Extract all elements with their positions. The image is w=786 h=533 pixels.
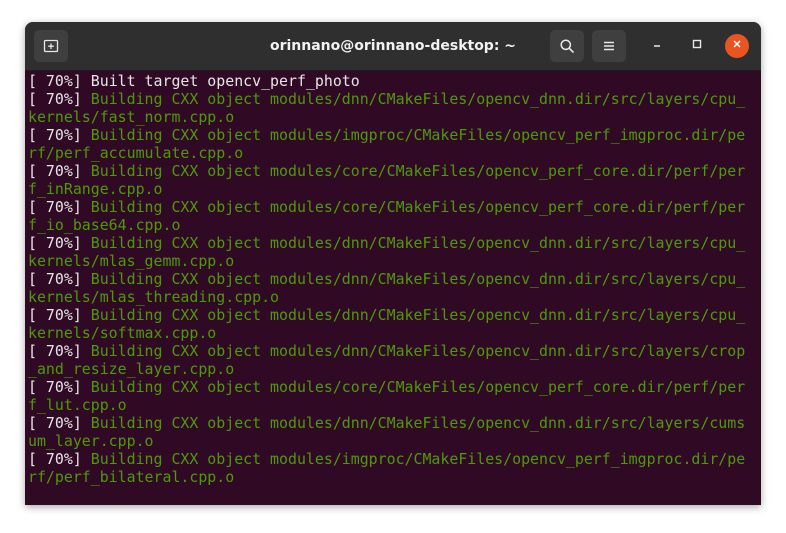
terminal-line: [ 70%] Building CXX object modules/core/… bbox=[28, 378, 745, 396]
terminal-line: um_layer.cpp.o bbox=[28, 432, 745, 450]
progress-percent: [ 70%] bbox=[28, 162, 82, 180]
line-text: um_layer.cpp.o bbox=[28, 432, 154, 450]
terminal-text: [ 70%] Built target opencv_perf_photo[ 7… bbox=[28, 72, 745, 486]
terminal-line: [ 70%] Built target opencv_perf_photo bbox=[28, 72, 745, 90]
new-tab-button[interactable] bbox=[34, 30, 68, 62]
progress-percent: [ 70%] bbox=[28, 306, 82, 324]
line-text: f_lut.cpp.o bbox=[28, 396, 127, 414]
search-button[interactable] bbox=[550, 30, 584, 62]
progress-percent: [ 70%] bbox=[28, 414, 82, 432]
header-bar: orinnano@orinnano-desktop: ~ bbox=[25, 22, 761, 71]
line-text: _and_resize_layer.cpp.o bbox=[28, 360, 235, 378]
line-text: Building CXX object modules/core/CMakeFi… bbox=[81, 162, 746, 180]
line-text: f_inRange.cpp.o bbox=[28, 180, 163, 198]
terminal-line: f_inRange.cpp.o bbox=[28, 180, 745, 198]
terminal-line: [ 70%] Building CXX object modules/dnn/C… bbox=[28, 270, 745, 288]
terminal-line: kernels/mlas_gemm.cpp.o bbox=[28, 252, 745, 270]
line-text: Building CXX object modules/dnn/CMakeFil… bbox=[81, 234, 746, 252]
maximize-button[interactable] bbox=[685, 34, 709, 58]
terminal-line: [ 70%] Building CXX object modules/dnn/C… bbox=[28, 90, 745, 108]
progress-percent: [ 70%] bbox=[28, 72, 82, 90]
progress-percent: [ 70%] bbox=[28, 378, 82, 396]
search-icon bbox=[559, 38, 575, 54]
line-text: Building CXX object modules/dnn/CMakeFil… bbox=[81, 342, 746, 360]
progress-percent: [ 70%] bbox=[28, 342, 82, 360]
line-text: rf/perf_bilateral.cpp.o bbox=[28, 468, 235, 486]
progress-percent: [ 70%] bbox=[28, 234, 82, 252]
close-button[interactable] bbox=[725, 34, 749, 58]
terminal-line: kernels/mlas_threading.cpp.o bbox=[28, 288, 745, 306]
terminal-line: kernels/softmax.cpp.o bbox=[28, 324, 745, 342]
line-text: Building CXX object modules/dnn/CMakeFil… bbox=[81, 414, 746, 432]
line-text: Building CXX object modules/core/CMakeFi… bbox=[81, 378, 746, 396]
line-text: Built target opencv_perf_photo bbox=[81, 72, 360, 90]
progress-percent: [ 70%] bbox=[28, 198, 82, 216]
line-text: kernels/mlas_threading.cpp.o bbox=[28, 288, 280, 306]
line-text: kernels/fast_norm.cpp.o bbox=[28, 108, 235, 126]
progress-percent: [ 70%] bbox=[28, 270, 82, 288]
terminal-line: [ 70%] Building CXX object modules/imgpr… bbox=[28, 126, 745, 144]
line-text: Building CXX object modules/dnn/CMakeFil… bbox=[81, 270, 746, 288]
terminal-line: [ 70%] Building CXX object modules/dnn/C… bbox=[28, 234, 745, 252]
line-text: Building CXX object modules/imgproc/CMak… bbox=[81, 126, 746, 144]
minimize-icon bbox=[651, 37, 663, 55]
minimize-button[interactable] bbox=[645, 34, 669, 58]
terminal-line: f_io_base64.cpp.o bbox=[28, 216, 745, 234]
terminal-line: [ 70%] Building CXX object modules/core/… bbox=[28, 162, 745, 180]
hamburger-menu-icon bbox=[601, 38, 617, 54]
line-text: Building CXX object modules/dnn/CMakeFil… bbox=[81, 306, 746, 324]
line-text: rf/perf_accumulate.cpp.o bbox=[28, 144, 244, 162]
progress-percent: [ 70%] bbox=[28, 126, 82, 144]
terminal-line: f_lut.cpp.o bbox=[28, 396, 745, 414]
line-text: Building CXX object modules/imgproc/CMak… bbox=[81, 450, 746, 468]
line-text: Building CXX object modules/core/CMakeFi… bbox=[81, 198, 746, 216]
new-tab-icon bbox=[43, 38, 59, 54]
terminal-line: [ 70%] Building CXX object modules/dnn/C… bbox=[28, 342, 745, 360]
terminal-line: [ 70%] Building CXX object modules/imgpr… bbox=[28, 450, 745, 468]
maximize-icon bbox=[691, 37, 703, 55]
line-text: kernels/mlas_gemm.cpp.o bbox=[28, 252, 235, 270]
terminal-output[interactable]: [ 70%] Built target opencv_perf_photo[ 7… bbox=[25, 71, 761, 505]
terminal-line: rf/perf_bilateral.cpp.o bbox=[28, 468, 745, 486]
line-text: f_io_base64.cpp.o bbox=[28, 216, 181, 234]
progress-percent: [ 70%] bbox=[28, 450, 82, 468]
terminal-line: rf/perf_accumulate.cpp.o bbox=[28, 144, 745, 162]
terminal-line: [ 70%] Building CXX object modules/dnn/C… bbox=[28, 306, 745, 324]
line-text: Building CXX object modules/dnn/CMakeFil… bbox=[81, 90, 746, 108]
terminal-window: orinnano@orinnano-desktop: ~ [70%] Buil… bbox=[25, 22, 761, 505]
terminal-line: kernels/fast_norm.cpp.o bbox=[28, 108, 745, 126]
terminal-line: [ 70%] Building CXX object modules/dnn/C… bbox=[28, 414, 745, 432]
close-icon bbox=[731, 37, 743, 55]
terminal-line: [ 70%] Building CXX object modules/core/… bbox=[28, 198, 745, 216]
progress-percent: [ 70%] bbox=[28, 90, 82, 108]
line-text: kernels/softmax.cpp.o bbox=[28, 324, 217, 342]
menu-button[interactable] bbox=[592, 30, 626, 62]
terminal-line: _and_resize_layer.cpp.o bbox=[28, 360, 745, 378]
